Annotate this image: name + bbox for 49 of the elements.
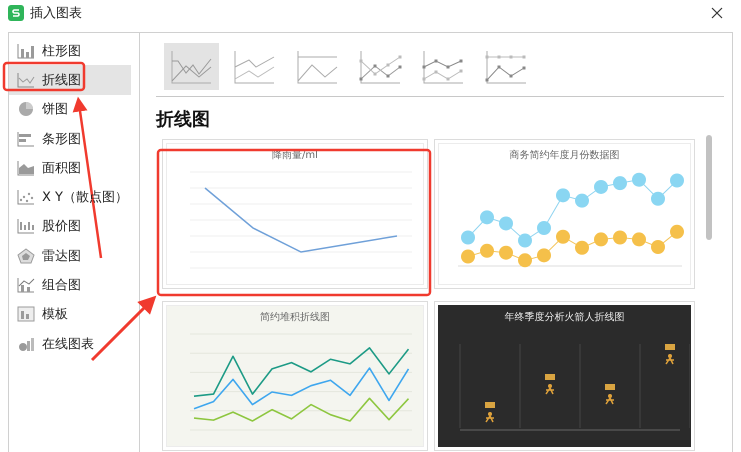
template-chart-icon xyxy=(17,306,35,322)
stock-chart-icon xyxy=(17,218,35,234)
chart-category-label: 柱形图 xyxy=(42,42,81,60)
chart-subtype-option[interactable] xyxy=(164,43,219,90)
chart-category-label: 组合图 xyxy=(42,277,81,294)
combo-chart-icon xyxy=(17,277,35,294)
chart-category-item[interactable]: 饼图 xyxy=(9,94,131,124)
line-chart-type-icon xyxy=(484,48,529,84)
chart-title: 简约堆积折线图 xyxy=(260,310,330,324)
chart-category-label: 条形图 xyxy=(42,130,81,148)
chart-category-item[interactable]: 在线图表 xyxy=(9,328,131,358)
chart-template-card[interactable]: 年终季度分析火箭人折线图 xyxy=(434,301,695,451)
scatter-chart-icon xyxy=(17,189,35,206)
line-chart-type-icon xyxy=(358,48,403,84)
chart-category-item[interactable]: 条形图 xyxy=(9,124,131,154)
chart-title: 商务简约年度月份数据图 xyxy=(510,148,620,162)
line-chart-type-icon xyxy=(421,48,466,84)
window-title: 插入图表 xyxy=(30,5,83,22)
chart-category-label: 折线图 xyxy=(42,72,81,89)
pie-chart-icon xyxy=(17,101,35,118)
chart-category-label: 雷达图 xyxy=(42,248,81,265)
chart-category-label: 在线图表 xyxy=(42,336,94,353)
chart-title: 年终季度分析火箭人折线图 xyxy=(504,310,624,324)
close-icon[interactable] xyxy=(711,7,723,19)
chart-category-item[interactable]: 雷达图 xyxy=(9,241,131,270)
chart-category-item[interactable]: 股价图 xyxy=(9,212,131,242)
chart-template-card[interactable]: 简约堆积折线图 xyxy=(162,301,428,451)
line-chart-type-icon xyxy=(232,48,277,84)
app-logo-icon xyxy=(8,5,24,21)
line-chart-type-icon xyxy=(169,48,214,84)
radar-chart-icon xyxy=(17,248,35,264)
chart-template-card[interactable]: 商务简约年度月份数据图 xyxy=(434,139,695,289)
chart-category-label: 饼图 xyxy=(42,101,68,118)
chart-category-label: 面积图 xyxy=(42,160,81,177)
line-chart-type-icon xyxy=(295,48,340,84)
chart-category-label: 股价图 xyxy=(42,218,81,236)
line-chart-icon xyxy=(17,72,35,88)
chart-category-item[interactable]: 组合图 xyxy=(9,270,131,300)
scrollbar-thumb[interactable] xyxy=(706,135,712,240)
chart-category-item[interactable]: 柱形图 xyxy=(9,36,131,66)
chart-category-item[interactable]: 模板 xyxy=(9,300,131,329)
chart-category-item[interactable]: 折线图 xyxy=(9,65,131,95)
chart-category-item[interactable]: 面积图 xyxy=(9,153,131,182)
online-chart-icon xyxy=(17,336,35,352)
area-chart-icon xyxy=(17,160,35,176)
chart-category-label: 模板 xyxy=(42,306,68,324)
section-title: 折线图 xyxy=(156,108,211,131)
column-chart-icon xyxy=(17,42,35,59)
bar-chart-icon xyxy=(17,130,35,147)
